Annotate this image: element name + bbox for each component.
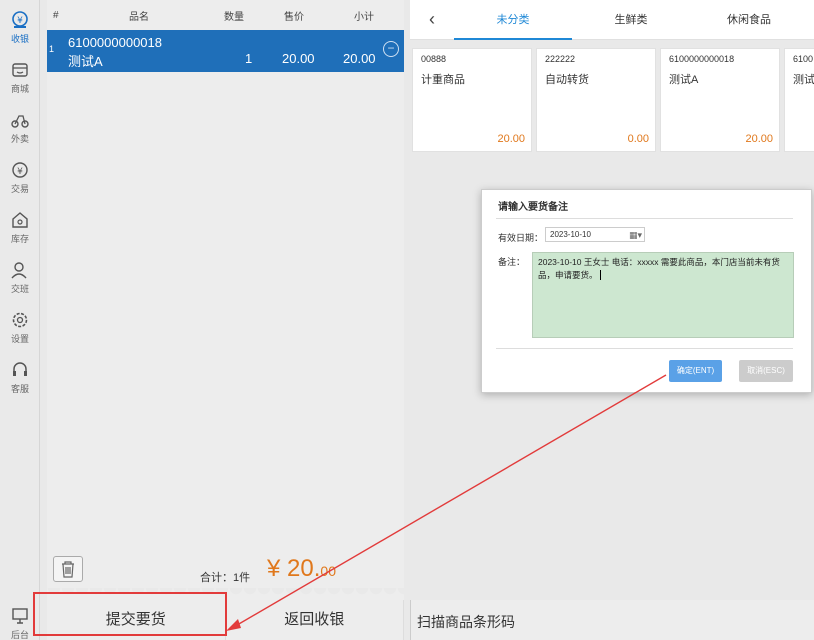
product-name: 测试A [669, 74, 699, 86]
row-index: 1 [49, 44, 55, 54]
date-label: 有效日期： [498, 233, 544, 243]
product-price: 20.00 [745, 133, 773, 145]
cart-header: # 品名 数量 售价 小计 [47, 0, 404, 30]
product-card[interactable]: 222222 自动转货 0.00 [536, 48, 656, 152]
total-amount-integer: 20. [287, 555, 321, 582]
category-bar: ‹ 未分类 生鲜类 休闲食品 [410, 0, 814, 40]
total-currency: ¥ [267, 555, 281, 582]
product-price: 0.00 [627, 133, 649, 145]
cart-row[interactable]: 1 6100000000018 测试A 1 20.00 20.00 − [47, 30, 404, 72]
row-price: 20.00 [282, 51, 315, 66]
row-name: 测试A [68, 54, 103, 69]
sidebar-label-inventory: 库存 [10, 234, 29, 244]
product-code: 6100000000018 [669, 54, 735, 64]
dialog-title: 请输入要货备注 [498, 202, 568, 213]
product-code: 6100 [793, 54, 814, 64]
settings-icon [12, 312, 28, 328]
remove-row-icon[interactable]: − [383, 41, 399, 57]
sidebar-label-support: 客服 [10, 384, 29, 394]
cart-panel: # 品名 数量 售价 小计 1 6100000000018 测试A 1 20.0… [47, 0, 404, 600]
scan-placeholder: 扫描商品条形码 [417, 614, 515, 630]
col-header-qty: 数量 [224, 11, 244, 23]
product-name: 自动转货 [545, 74, 589, 86]
backend-icon [12, 608, 28, 624]
sidebar-label-shift: 交班 [10, 284, 29, 294]
trash-icon [62, 561, 74, 578]
tab-category-fresh[interactable]: 生鲜类 [572, 0, 690, 40]
col-header-name: 品名 [129, 11, 149, 23]
scan-input[interactable]: 扫描商品条形码 [410, 600, 814, 640]
sidebar-label-store: 商城 [10, 84, 29, 94]
shift-icon [11, 262, 27, 279]
back-chevron-icon[interactable]: ‹ [410, 9, 454, 30]
annotation-highlight-box [33, 592, 227, 636]
inventory-icon [12, 212, 28, 228]
confirm-button[interactable]: 确定(ENT) [669, 360, 722, 382]
col-header-subtotal: 小计 [354, 11, 374, 23]
tab-category-uncategorized[interactable]: 未分类 [454, 0, 572, 40]
svg-text:¥: ¥ [17, 167, 23, 177]
dialog-divider [496, 218, 793, 219]
note-text: 2023-10-10 王女士 电话：xxxxx 需要此商品，本门店当前未有货品，… [538, 257, 780, 280]
product-card[interactable]: 6100 测试 [784, 48, 814, 152]
total-amount-decimal: 00 [320, 563, 336, 579]
sidebar-label-cashier: 收银 [10, 34, 29, 44]
product-grid: 00888 计重商品 20.00 222222 自动转货 0.00 610000… [410, 44, 814, 152]
svg-text:¥: ¥ [17, 16, 23, 26]
product-price: 20.00 [497, 133, 525, 145]
sidebar-label-transaction: 交易 [10, 184, 29, 194]
product-card[interactable]: 00888 计重商品 20.00 [412, 48, 532, 152]
sidebar-item-shift[interactable]: 交班 [0, 254, 40, 304]
note-textarea[interactable]: 2023-10-10 王女士 电话：xxxxx 需要此商品，本门店当前未有货品，… [532, 252, 794, 338]
dialog-divider [496, 348, 793, 349]
sidebar: ¥ 收银 商城 外卖 ¥ 交易 库存 交班 设置 客服 后台 [0, 0, 40, 640]
note-label: 备注： [498, 257, 526, 267]
sidebar-item-cashier[interactable]: ¥ 收银 [0, 4, 40, 54]
clear-cart-button[interactable] [53, 556, 83, 582]
return-cashier-button[interactable]: 返回收银 [225, 600, 404, 640]
sidebar-item-support[interactable]: 客服 [0, 354, 40, 404]
text-cursor [599, 270, 603, 280]
store-icon [12, 63, 28, 77]
sidebar-item-store[interactable]: 商城 [0, 54, 40, 104]
sidebar-item-inventory[interactable]: 库存 [0, 204, 40, 254]
row-code: 6100000000018 [68, 35, 162, 50]
product-name: 计重商品 [421, 74, 465, 86]
tab-category-snacks[interactable]: 休闲食品 [690, 0, 808, 40]
cancel-button[interactable]: 取消(ESC) [739, 360, 793, 382]
product-code: 00888 [421, 54, 447, 64]
col-header-price: 售价 [284, 11, 304, 23]
total-amount: ¥ 20.00 [267, 555, 336, 583]
product-name: 测试 [793, 74, 814, 86]
sidebar-item-transaction[interactable]: ¥ 交易 [0, 154, 40, 204]
valid-date-field[interactable]: 2023-10-10 ▦▾ [545, 227, 645, 242]
sidebar-item-settings[interactable]: 设置 [0, 304, 40, 354]
calendar-icon[interactable]: ▦▾ [629, 229, 642, 242]
sidebar-item-delivery[interactable]: 外卖 [0, 104, 40, 154]
row-subtotal: 20.00 [343, 51, 376, 66]
cashier-icon: ¥ [12, 11, 28, 28]
row-qty[interactable]: 1 [245, 51, 252, 66]
sidebar-label-delivery: 外卖 [10, 134, 29, 144]
col-header-num: # [53, 9, 59, 21]
support-icon [13, 362, 27, 376]
delivery-icon [11, 115, 29, 128]
request-note-dialog: 请输入要货备注 有效日期： 2023-10-10 ▦▾ 备注： 2023-10-… [481, 189, 812, 393]
product-code: 222222 [545, 54, 576, 64]
sidebar-label-settings: 设置 [10, 334, 29, 344]
transaction-icon: ¥ [12, 162, 28, 178]
date-value: 2023-10-10 [550, 230, 591, 239]
total-count: 合计：1件 [200, 572, 251, 584]
product-card[interactable]: 6100000000018 测试A 20.00 [660, 48, 780, 152]
